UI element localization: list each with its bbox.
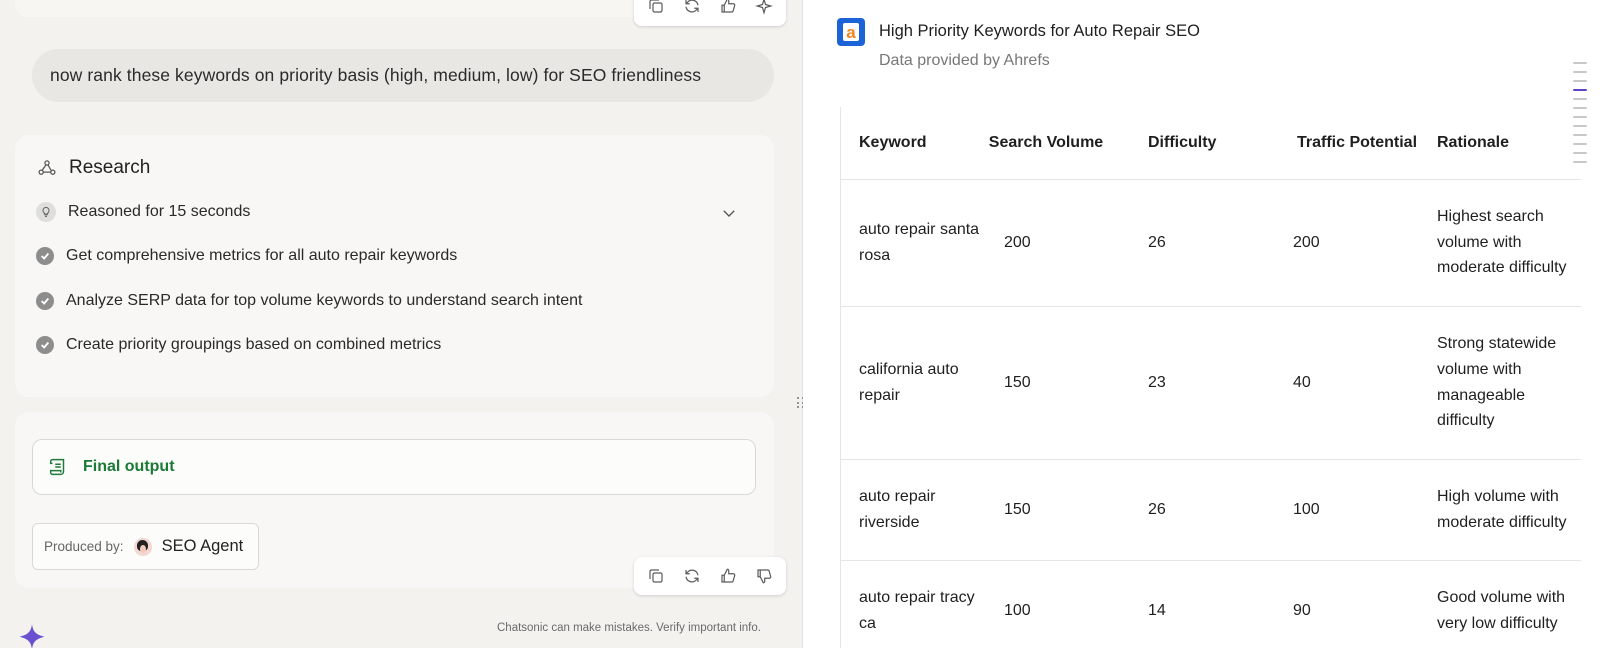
research-card: Research Reasoned for 15 seconds Get com… [15,135,774,397]
check-circle-icon [36,247,54,265]
produced-by-label: Produced by: [44,539,124,554]
sparkle-action-icon[interactable] [748,0,780,22]
check-circle-icon [36,292,54,310]
table-row: auto repair santa rosa 200 26 200 Highes… [841,179,1581,307]
copy-icon[interactable] [640,0,672,22]
check-circle-icon [36,336,54,354]
traffic-cell: 40 [1275,306,1419,460]
column-header: Difficulty [1130,107,1275,180]
produced-by-badge[interactable]: Produced by: SEO Agent [32,523,259,570]
keyword-cell: auto repair santa rosa [841,179,986,307]
volume-cell: 150 [986,459,1130,561]
difficulty-cell: 26 [1130,459,1275,561]
thumbs-down-icon[interactable] [748,560,780,592]
research-step: Get comprehensive metrics for all auto r… [36,247,457,265]
volume-cell: 200 [986,179,1130,307]
final-output-button[interactable]: Final output [32,439,756,495]
message-actions [634,557,786,595]
research-title: Research [69,157,151,178]
research-step-label: Analyze SERP data for top volume keyword… [66,292,583,309]
volume-cell: 100 [986,560,1130,648]
agent-avatar [133,537,152,556]
research-header: Research [37,157,150,179]
chevron-down-icon[interactable] [720,204,738,222]
document-header: a High Priority Keywords for Auto Repair… [837,18,1200,70]
keyword-cell: auto repair tracy ca [841,560,986,648]
previous-message-actions [634,0,786,26]
final-output-label: Final output [83,458,175,475]
reasoned-toggle[interactable]: Reasoned for 15 seconds [36,202,250,222]
scroll-icon [49,458,65,476]
column-header: Traffic Potential [1275,107,1419,180]
chat-pane: now rank these keywords on priority basi… [0,0,802,648]
agent-name: SEO Agent [161,537,244,555]
research-step-label: Create priority groupings based on combi… [66,336,442,353]
difficulty-cell: 23 [1130,306,1275,460]
research-step: Create priority groupings based on combi… [36,336,441,354]
document-subtitle: Data provided by Ahrefs [879,52,1050,69]
difficulty-cell: 26 [1130,179,1275,307]
traffic-cell: 90 [1275,560,1419,648]
thumbs-up-icon[interactable] [712,560,744,592]
research-step: Analyze SERP data for top volume keyword… [36,292,582,310]
research-step-label: Get comprehensive metrics for all auto r… [66,247,458,264]
ahrefs-logo-icon: a [837,18,865,46]
document-pane: a High Priority Keywords for Auto Repair… [803,0,1600,648]
rationale-cell: Good volume with very low difficulty [1419,560,1581,648]
disclaimer: Chatsonic can make mistakes. Verify impo… [497,622,761,634]
keyword-table: Keyword Search Volume Difficulty Traffic… [840,107,1581,648]
rationale-cell: Strong statewide volume with manageable … [1419,306,1581,460]
document-minimap[interactable] [1573,62,1587,182]
document-title: High Priority Keywords for Auto Repair S… [879,22,1200,40]
keyword-cell: california auto repair [841,306,986,460]
table-row: auto repair riverside 150 26 100 High vo… [841,459,1581,561]
difficulty-cell: 14 [1130,560,1275,648]
column-header: Search Volume [986,107,1130,180]
thumbs-up-icon[interactable] [712,0,744,22]
regenerate-icon[interactable] [676,560,708,592]
table-row: california auto repair 150 23 40 Strong … [841,306,1581,460]
copy-icon[interactable] [640,560,672,592]
column-header: Rationale [1419,107,1581,180]
volume-cell: 150 [986,306,1130,460]
regenerate-icon[interactable] [676,0,708,22]
traffic-cell: 100 [1275,459,1419,561]
table-header-row: Keyword Search Volume Difficulty Traffic… [841,107,1581,180]
reasoned-label: Reasoned for 15 seconds [68,203,251,220]
column-header: Keyword [841,107,986,180]
table-row: auto repair tracy ca 100 14 90 Good volu… [841,560,1581,648]
rationale-cell: High volume with moderate difficulty [1419,459,1581,561]
webhook-icon [38,160,56,175]
sparkle-icon [17,623,47,648]
lightbulb-icon [36,202,56,222]
rationale-cell: Highest search volume with moderate diff… [1419,179,1581,307]
user-message: now rank these keywords on priority basi… [32,49,774,102]
keyword-cell: auto repair riverside [841,459,986,561]
traffic-cell: 200 [1275,179,1419,307]
